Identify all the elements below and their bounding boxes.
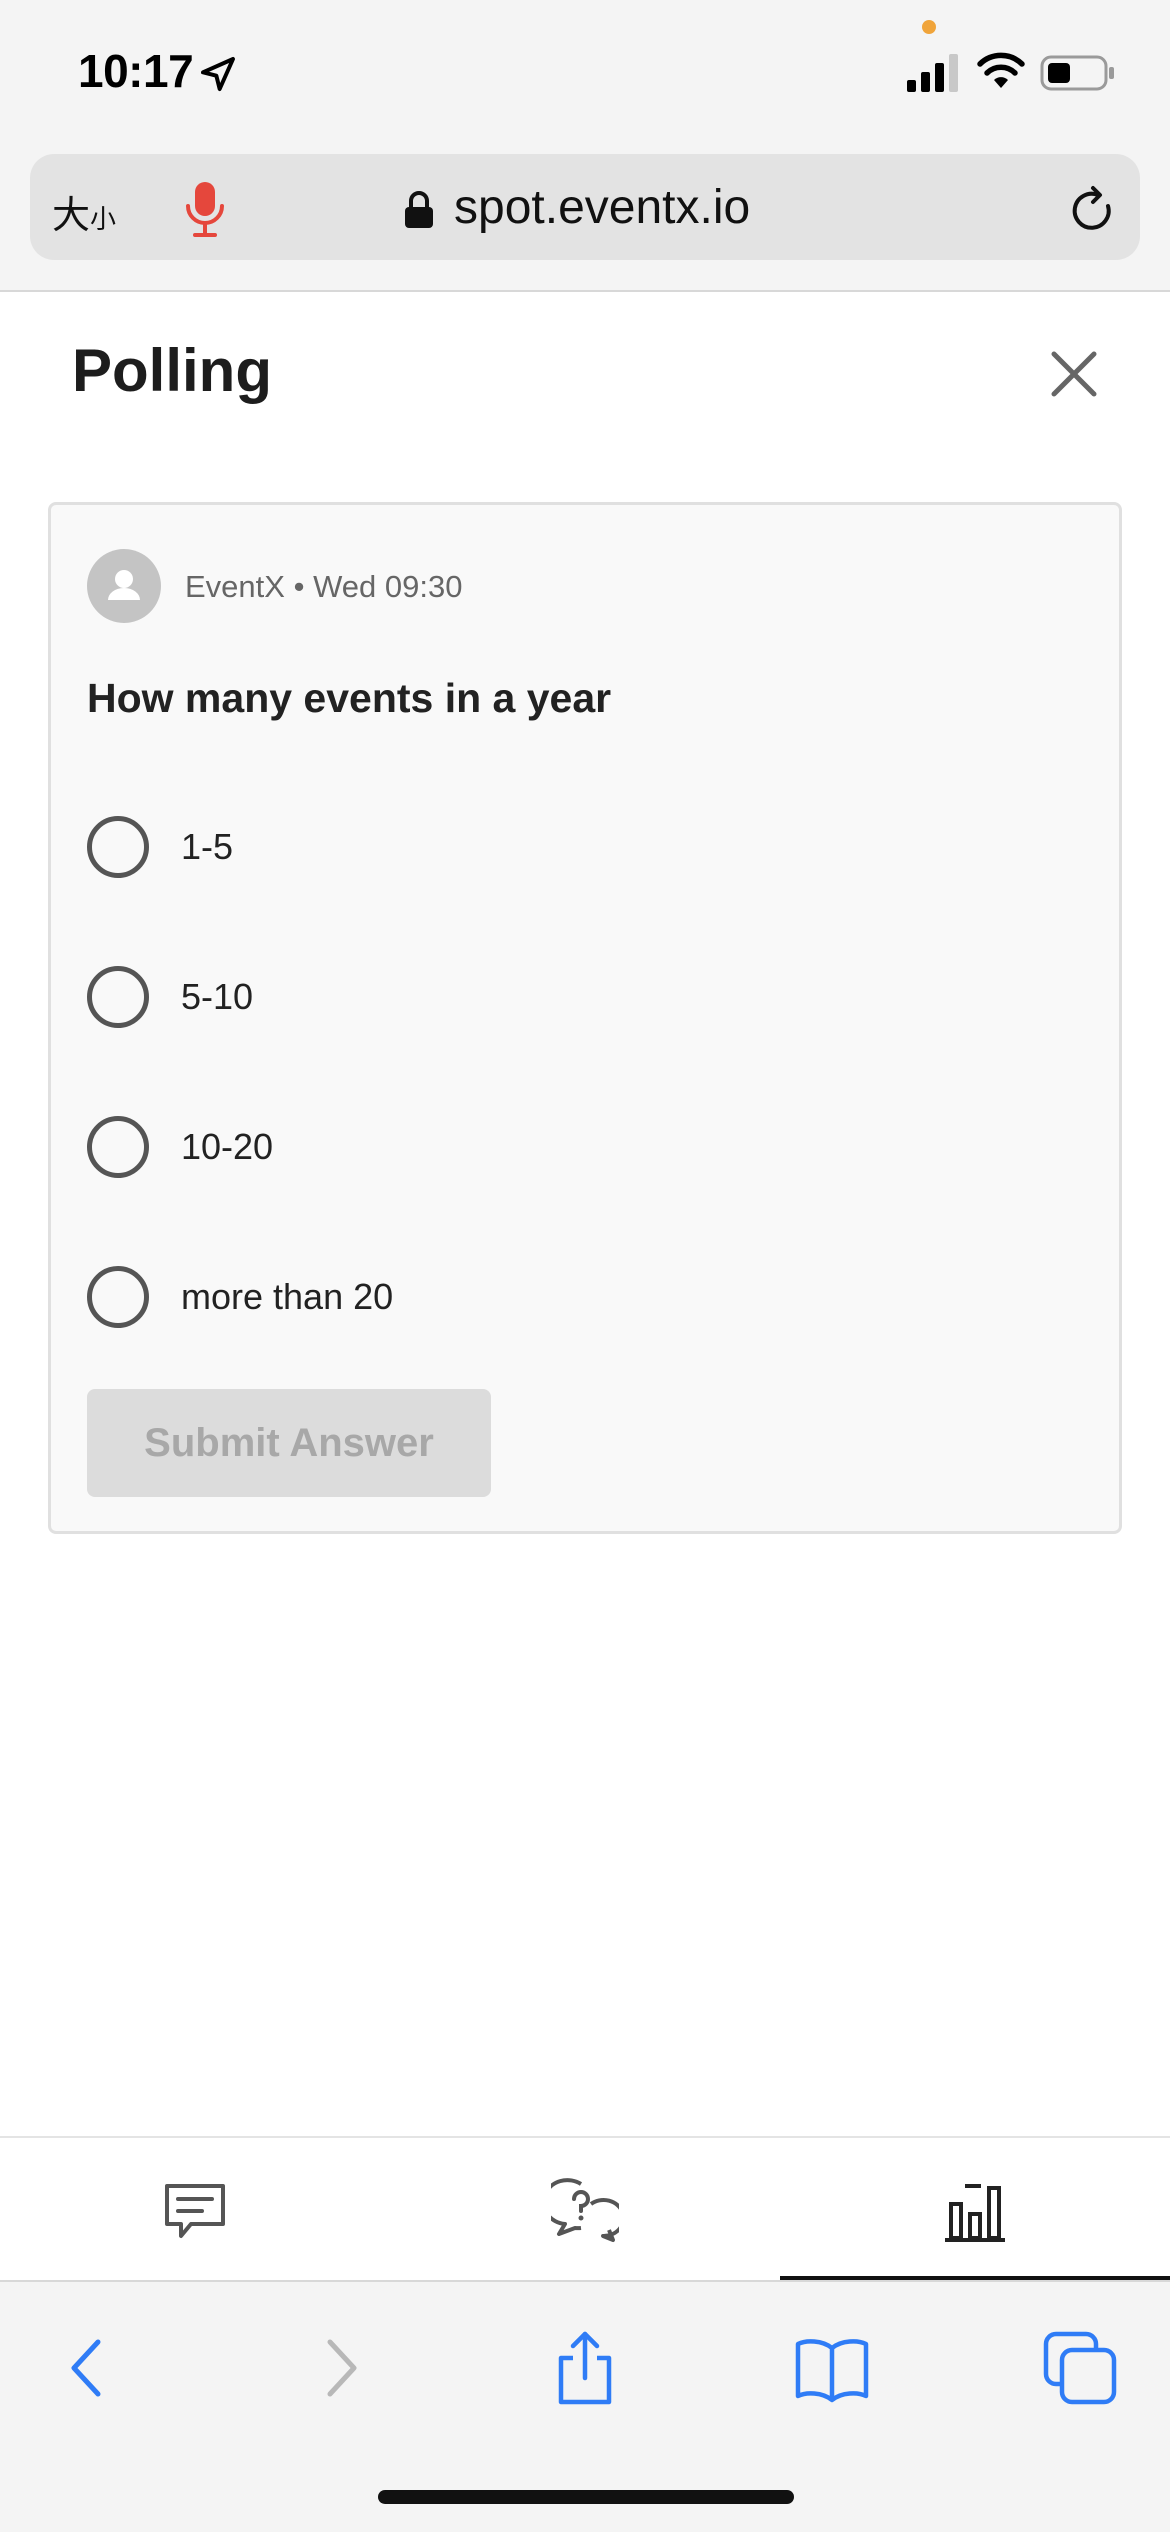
poll-option[interactable]: more than 20 (87, 1262, 987, 1332)
wifi-icon (977, 52, 1025, 88)
home-indicator (378, 2490, 794, 2504)
status-time: 10:17 (78, 45, 194, 97)
avatar (87, 549, 161, 623)
recording-indicator-dot (922, 20, 936, 34)
tabs-icon[interactable] (1040, 2328, 1120, 2408)
poll-card: EventX • Wed 09:30 How many events in a … (48, 502, 1122, 1534)
poll-option[interactable]: 5-10 (87, 962, 987, 1032)
poll-option[interactable]: 10-20 (87, 1112, 987, 1182)
url-text[interactable]: spot.eventx.io (454, 180, 750, 235)
text-size-button[interactable]: 大小 (52, 184, 116, 239)
location-arrow-icon (201, 57, 235, 91)
qa-icon (551, 2178, 619, 2242)
submit-answer-button[interactable]: Submit Answer (87, 1389, 491, 1497)
browser-address-area: 大小 spot.eventx.io (0, 150, 1170, 292)
radio-button[interactable] (87, 966, 149, 1028)
radio-button[interactable] (87, 1266, 149, 1328)
tab-chat[interactable] (0, 2138, 390, 2282)
user-avatar-icon (108, 570, 140, 600)
forward-chevron-icon[interactable] (300, 2328, 380, 2408)
cellular-signal-icon (907, 54, 958, 92)
reload-icon[interactable] (1064, 182, 1120, 238)
radio-button[interactable] (87, 1116, 149, 1178)
poll-chart-icon (945, 2184, 1005, 2242)
poll-option[interactable]: 1-5 (87, 812, 987, 882)
status-bar: 10:17 (0, 0, 1170, 150)
bookmarks-icon[interactable] (792, 2328, 872, 2408)
poll-timestamp: Wed 09:30 (313, 569, 463, 604)
poll-author: EventX (185, 569, 285, 604)
page-title: Polling (72, 337, 272, 404)
tab-bar (0, 2136, 1170, 2282)
radio-button[interactable] (87, 816, 149, 878)
address-bar[interactable]: 大小 spot.eventx.io (30, 154, 1140, 260)
close-icon[interactable] (1046, 346, 1102, 402)
meta-separator: • (293, 569, 305, 604)
screen: 10:17 大小 spot.eventx.io Polling EventX •… (0, 0, 1170, 2532)
microphone-icon[interactable] (180, 180, 230, 238)
poll-meta: EventX • Wed 09:30 (185, 569, 462, 605)
option-label: 1-5 (181, 826, 234, 867)
poll-question: How many events in a year (87, 675, 612, 721)
option-label: 10-20 (181, 1126, 274, 1167)
back-chevron-icon[interactable] (48, 2328, 128, 2408)
chat-icon (165, 2184, 225, 2238)
battery-icon (1040, 55, 1114, 91)
lock-icon (405, 191, 433, 228)
tab-polling[interactable] (780, 2138, 1170, 2282)
tab-qa[interactable] (390, 2138, 780, 2282)
option-label: 5-10 (181, 976, 254, 1017)
option-label: more than 20 (181, 1276, 394, 1317)
share-icon[interactable] (545, 2328, 625, 2408)
